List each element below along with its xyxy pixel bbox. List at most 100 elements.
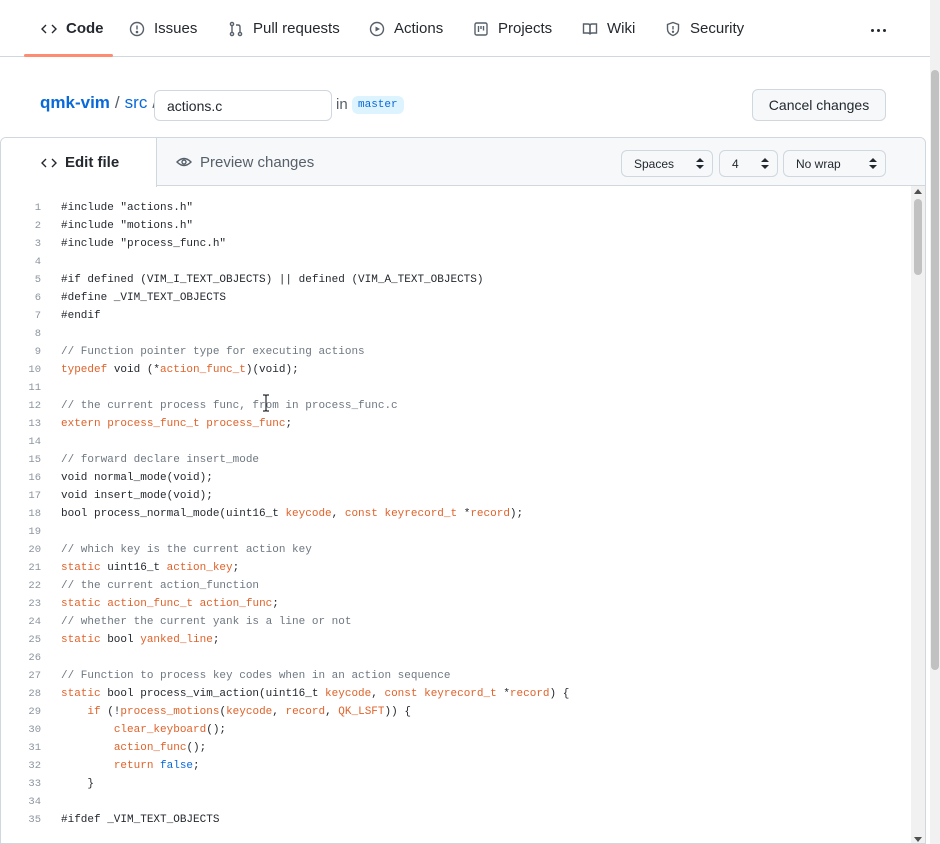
code-line[interactable]: 11 [1,379,911,397]
play-icon [368,20,386,38]
code-icon [40,20,58,38]
code-line[interactable]: 12 // the current process func, from in p… [1,397,911,415]
scroll-down-icon[interactable] [914,837,922,842]
line-number: 18 [28,508,41,520]
tab-security[interactable]: Security [664,0,744,57]
code-line[interactable]: 35 #ifdef _VIM_TEXT_OBJECTS [1,811,911,829]
line-number: 1 [34,202,41,214]
page-scroll-thumb[interactable] [931,70,939,670]
indent-size-select[interactable]: 4 [719,150,778,177]
code-line[interactable]: 26 [1,649,911,667]
code-line-text: #include "process_func.h" [61,238,227,250]
code-line[interactable]: 17 void insert_mode(void); [1,487,911,505]
active-tab-indicator [24,54,113,57]
code-line[interactable]: 28 static bool process_vim_action(uint16_… [1,685,911,703]
line-number: 11 [28,382,41,394]
code-line[interactable]: 3 #include "process_func.h" [1,235,911,253]
code-line[interactable]: 9 // Function pointer type for executing … [1,343,911,361]
line-number: 16 [28,472,41,484]
tab-projects[interactable]: Projects [472,0,552,57]
file-editor: Edit file Preview changes Spaces 4 No wr… [0,137,926,844]
edit-file-label: Edit file [65,154,120,171]
code-line[interactable]: 29 if (!process_motions(keycode, record,… [1,703,911,721]
code-line[interactable]: 33 } [1,775,911,793]
tab-actions[interactable]: Actions [368,0,443,57]
code-line[interactable]: 10 typedef void (*action_func_t)(void); [1,361,911,379]
line-number: 3 [34,238,41,250]
code-line-text: static bool yanked_line; [61,634,220,646]
code-line-text: static uint16_t action_key; [61,562,240,574]
filename-input[interactable] [154,90,332,121]
code-line[interactable]: 24 // whether the current yank is a line … [1,613,911,631]
tab-issues[interactable]: Issues [128,0,197,57]
code-area[interactable]: 1 #include "actions.h" 2 #include "motions.… [1,199,911,843]
code-line[interactable]: 18 bool process_normal_mode(uint16_t keyc… [1,505,911,523]
code-line-text: action_func(); [113,742,207,754]
tab-pull-requests[interactable]: Pull requests [227,0,340,57]
tab-label: Code [66,20,104,37]
code-line[interactable]: 19 [1,523,911,541]
line-number: 20 [28,544,41,556]
code-line-text: extern process_func_t process_func; [61,418,293,430]
scroll-up-icon[interactable] [914,189,922,194]
code-line[interactable]: 15 // forward declare insert_mode [1,451,911,469]
code-line[interactable]: 14 [1,433,911,451]
code-line[interactable]: 27 // Function to process key codes when … [1,667,911,685]
cancel-changes-button[interactable]: Cancel changes [752,89,886,121]
indent-mode-value: Spaces [634,156,675,171]
code-line-text: // the current process func, from in pro… [61,400,398,412]
code-line[interactable]: 23 static action_func_t action_func; [1,595,911,613]
wrap-mode-select[interactable]: No wrap [783,150,886,177]
code-line[interactable]: 13 extern process_func_t process_func; [1,415,911,433]
line-number: 4 [34,256,41,268]
page-scrollbar[interactable] [930,0,940,844]
tab-preview-changes[interactable]: Preview changes [176,138,314,186]
code-line[interactable]: 16 void normal_mode(void); [1,469,911,487]
project-icon [472,20,490,38]
pull-request-icon [227,20,245,38]
code-line-text: static action_func_t action_func; [61,598,279,610]
code-line[interactable]: 8 [1,325,911,343]
breadcrumb-repo-link[interactable]: qmk-vim [40,93,110,113]
code-line[interactable]: 6 #define _VIM_TEXT_OBJECTS [1,289,911,307]
tab-code[interactable]: Code [40,0,104,57]
tab-wiki[interactable]: Wiki [581,0,635,57]
text-cursor-icon [263,394,269,412]
tab-label: Wiki [607,20,636,37]
code-line-text: #include "motions.h" [61,220,194,232]
code-line-text: // the current action_function [61,580,260,592]
line-number: 8 [34,328,41,340]
code-line[interactable]: 32 return false; [1,757,911,775]
code-line[interactable]: 31 action_func(); [1,739,911,757]
code-line-text: // whether the current yank is a line or… [61,616,352,628]
code-line[interactable]: 7 #endif [1,307,911,325]
kebab-horizontal-icon[interactable] [866,18,890,42]
code-line[interactable]: 20 // which key is the current action key [1,541,911,559]
code-line-text: void normal_mode(void); [61,472,213,484]
tab-label: Actions [394,20,444,37]
code-line[interactable]: 4 [1,253,911,271]
code-line[interactable]: 21 static uint16_t action_key; [1,559,911,577]
breadcrumb-dir-link[interactable]: src [125,93,148,113]
code-line-text: // Function to process key codes when in… [61,670,451,682]
code-line[interactable]: 1 #include "actions.h" [1,199,911,217]
code-line-text: #endif [61,310,101,322]
line-number: 22 [28,580,41,592]
code-line[interactable]: 22 // the current action_function [1,577,911,595]
editor-scroll-thumb[interactable] [914,199,922,275]
editor-scrollbar[interactable] [911,186,925,843]
line-number: 17 [28,490,41,502]
code-line-text: #include "actions.h" [61,202,194,214]
code-line-text: static bool process_vim_action(uint16_t … [61,688,570,700]
line-number: 9 [34,346,41,358]
code-line[interactable]: 34 [1,793,911,811]
line-number: 28 [28,688,41,700]
code-line[interactable]: 2 #include "motions.h" [1,217,911,235]
code-line[interactable]: 5 #if defined (VIM_I_TEXT_OBJECTS) || def… [1,271,911,289]
tab-edit-file[interactable]: Edit file [1,138,157,187]
indent-mode-select[interactable]: Spaces [621,150,713,177]
code-line-text: #ifdef _VIM_TEXT_OBJECTS [61,814,220,826]
line-number: 29 [28,706,41,718]
code-line[interactable]: 30 clear_keyboard(); [1,721,911,739]
code-line[interactable]: 25 static bool yanked_line; [1,631,911,649]
